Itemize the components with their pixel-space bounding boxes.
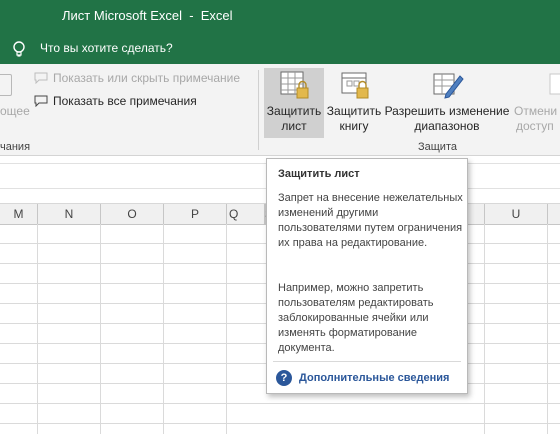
group-divider — [258, 70, 259, 150]
allow-edit-ranges-label-1: Разрешить изменение — [384, 104, 510, 118]
partial-button-label: ощее — [0, 104, 30, 118]
show-all-comments-label: Показать все примечания — [53, 94, 197, 108]
show-all-comments-button[interactable]: Показать все примечания — [34, 94, 197, 108]
tooltip-paragraph-1: Запрет на внесение нежелательных изменен… — [278, 192, 463, 249]
protect-workbook-icon — [341, 72, 369, 99]
protect-sheet-tooltip: Защитить лист Запрет на внесение нежелат… — [266, 158, 468, 394]
gridline — [0, 403, 560, 404]
unshare-label-1: Отмени — [514, 104, 558, 118]
tell-me-input[interactable]: Что вы хотите сделать? — [40, 41, 173, 55]
allow-edit-ranges-label-2: диапазонов — [414, 119, 480, 133]
window-title: Лист Microsoft Excel - Excel — [62, 8, 233, 23]
column-header[interactable]: M — [0, 204, 38, 224]
show-hide-comment-button[interactable]: Показать или скрыть примечание — [34, 71, 240, 85]
unshare-label-2: доступ — [516, 119, 554, 133]
tell-me-bar[interactable]: Что вы хотите сделать? — [0, 34, 560, 64]
partial-button-icon — [0, 74, 12, 96]
comment-icon — [34, 72, 48, 84]
column-header[interactable]: U — [485, 204, 548, 224]
column-header[interactable]: P — [164, 204, 227, 224]
allow-edit-ranges-button[interactable]: Разрешить изменение диапазонов — [384, 68, 510, 138]
gridline — [0, 423, 560, 424]
unshare-icon — [549, 73, 560, 95]
tooltip-title: Защитить лист — [278, 168, 360, 180]
edit-ranges-icon — [433, 73, 464, 99]
more-info-label: Дополнительные сведения — [299, 372, 450, 384]
unshare-button[interactable]: Отмени доступ — [512, 68, 560, 138]
help-icon: ? — [276, 370, 292, 386]
protect-workbook-label-1: Защитить — [326, 104, 382, 118]
lightbulb-icon — [13, 41, 25, 57]
show-hide-comment-label: Показать или скрыть примечание — [53, 71, 241, 85]
protect-sheet-label-2: лист — [281, 119, 307, 133]
comments-group-label: чания — [0, 141, 31, 153]
title-bar: Лист Microsoft Excel - Excel — [0, 0, 560, 34]
tooltip-divider — [273, 361, 461, 362]
ribbon: ощее Показать или скрыть примечание Пока… — [0, 64, 560, 156]
comments-icon — [34, 95, 48, 107]
protect-sheet-label-1: Защитить — [266, 104, 322, 118]
protect-sheet-button[interactable]: Защитить лист — [264, 68, 324, 138]
protect-workbook-button[interactable]: Защитить книгу — [324, 68, 384, 138]
tooltip-paragraph-2: Например, можно запретить пользователям … — [278, 282, 434, 354]
protect-sheet-icon — [280, 71, 309, 99]
column-header[interactable]: Q — [227, 204, 265, 224]
column-header[interactable] — [548, 204, 560, 224]
protect-group-label: Защита — [418, 141, 457, 153]
column-header[interactable]: O — [101, 204, 164, 224]
more-info-link[interactable]: ? Дополнительные сведения — [276, 370, 449, 386]
protect-workbook-label-2: книгу — [339, 119, 369, 133]
column-header[interactable]: N — [38, 204, 101, 224]
